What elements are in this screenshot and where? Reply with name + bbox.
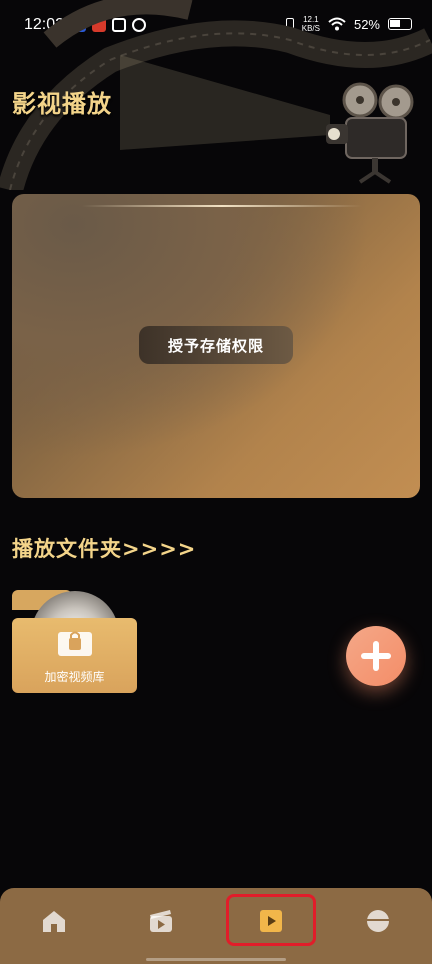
plus-icon [361,641,391,671]
nav-profile[interactable] [348,898,408,944]
profile-icon [367,910,389,932]
bottom-nav [0,888,432,964]
nav-shorts[interactable] [131,898,191,944]
selected-tab-highlight [226,894,316,946]
projector-icon [326,82,414,184]
nav-home[interactable] [24,898,84,944]
clapperboard-icon [150,910,172,932]
gesture-bar [146,958,286,961]
home-icon [43,911,65,932]
folder-label: 加密视频库 [44,670,105,684]
permission-card: 授予存储权限 [12,194,420,498]
add-folder-button[interactable] [346,626,406,686]
grant-storage-permission-button[interactable]: 授予存储权限 [139,326,293,364]
folder-body: 加密视频库 [12,618,137,693]
folder-item-encrypted-library[interactable]: 加密视频库 [12,590,137,693]
page-title: 影视播放 [12,90,112,118]
folders-section-title: 播放文件夹>>>> [12,537,197,561]
card-glow [82,205,362,207]
lock-video-icon [58,631,92,656]
